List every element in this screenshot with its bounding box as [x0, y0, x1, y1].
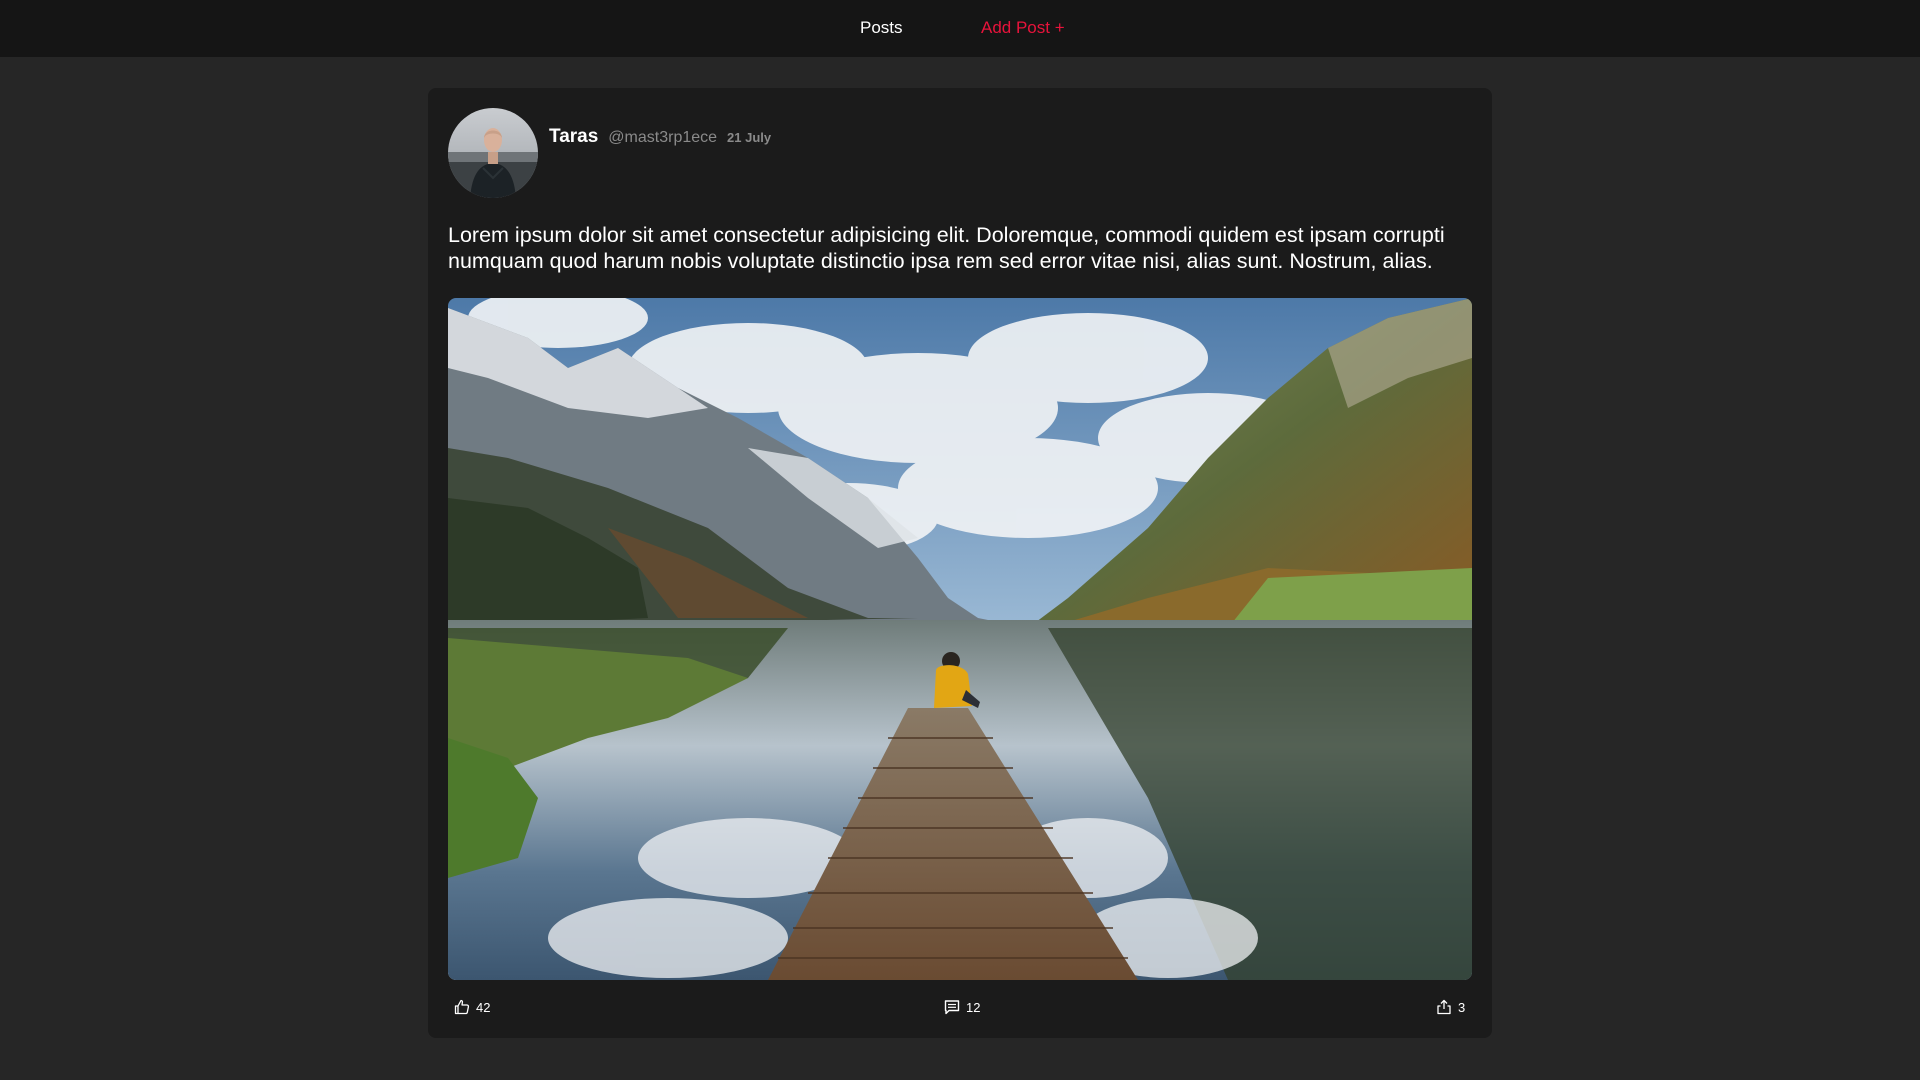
top-navbar: Posts Add Post +	[0, 0, 1920, 57]
nav-add-post-link[interactable]: Add Post +	[981, 17, 1065, 39]
author-handle[interactable]: @mast3rp1ece	[608, 129, 717, 147]
lake-landscape-image	[448, 298, 1472, 980]
comment-count: 12	[966, 999, 981, 1015]
share-button[interactable]: 3	[1436, 996, 1465, 1018]
post-body-text: Lorem ipsum dolor sit amet consectetur a…	[448, 223, 1445, 273]
post-header: Taras @mast3rp1ece 21 July	[549, 126, 771, 150]
comment-icon	[944, 1000, 960, 1015]
post-image[interactable]	[448, 298, 1472, 980]
like-button[interactable]: 42	[454, 996, 490, 1018]
like-count: 42	[476, 999, 491, 1015]
comment-button[interactable]: 12	[944, 996, 980, 1018]
share-count: 3	[1458, 999, 1466, 1015]
author-avatar[interactable]	[448, 108, 538, 198]
thumbs-up-icon	[454, 999, 470, 1015]
share-icon	[1437, 999, 1451, 1015]
nav-posts-link[interactable]: Posts	[860, 17, 903, 39]
avatar-image	[448, 108, 538, 198]
post-date: 21 July	[727, 130, 772, 145]
post-card: Taras @mast3rp1ece 21 July Lorem ipsum d…	[428, 88, 1492, 1038]
author-name[interactable]: Taras	[549, 126, 598, 148]
